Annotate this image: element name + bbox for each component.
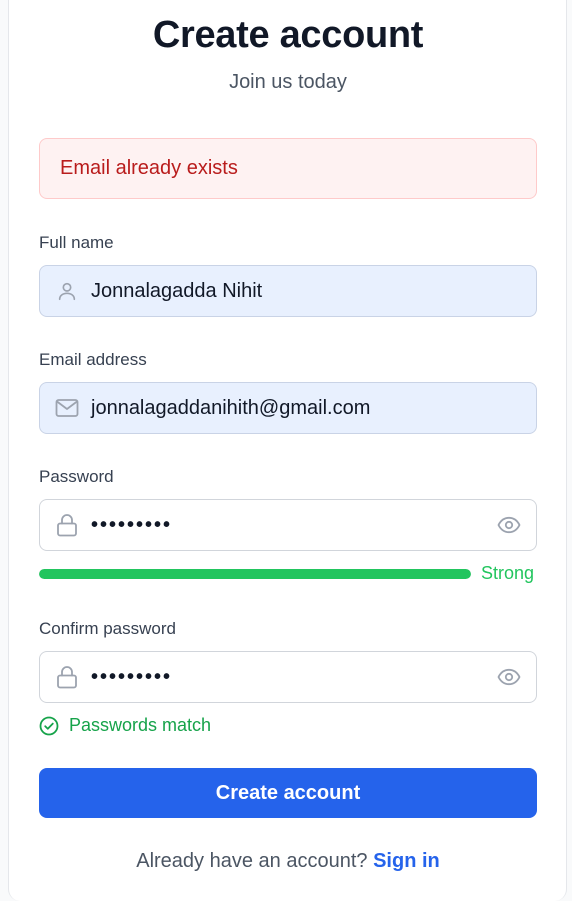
password-label: Password [39,467,114,486]
password-field[interactable]: ••••••••• [39,499,537,551]
password-match-status: Passwords match [39,715,211,736]
lock-icon [55,665,79,689]
eye-icon[interactable] [496,664,522,690]
signin-prompt: Already have an account? Sign in [0,850,572,873]
check-circle-icon [39,716,59,736]
full-name-label: Full name [39,233,114,252]
create-account-button[interactable]: Create account [39,768,537,818]
email-field[interactable]: jonnalagaddanihith@gmail.com [39,382,537,434]
eye-icon[interactable] [496,512,522,538]
email-input[interactable]: jonnalagaddanihith@gmail.com [91,397,536,420]
page-title: Create account [152,14,424,56]
password-input[interactable]: ••••••••• [91,514,496,537]
sign-in-link[interactable]: Sign in [373,850,440,872]
confirm-password-label: Confirm password [39,619,176,638]
password-strength-fill [39,569,471,579]
confirm-password-input[interactable]: ••••••••• [91,666,496,689]
password-strength-label: Strong [481,563,535,583]
user-icon [55,279,79,303]
signin-prompt-text: Already have an account? [136,850,368,872]
lock-icon [55,513,79,537]
mail-icon [55,396,79,420]
confirm-password-field[interactable]: ••••••••• [39,651,537,703]
password-match-message: Passwords match [69,715,212,735]
password-strength-bar [39,569,471,579]
full-name-input[interactable]: Jonnalagadda Nihit [91,280,536,303]
email-label: Email address [39,350,147,369]
error-alert-message: Email already exists [60,157,238,179]
signup-card [8,0,567,901]
page-subtitle: Join us today [229,71,347,93]
error-alert: Email already exists [39,138,537,199]
full-name-field[interactable]: Jonnalagadda Nihit [39,265,537,317]
